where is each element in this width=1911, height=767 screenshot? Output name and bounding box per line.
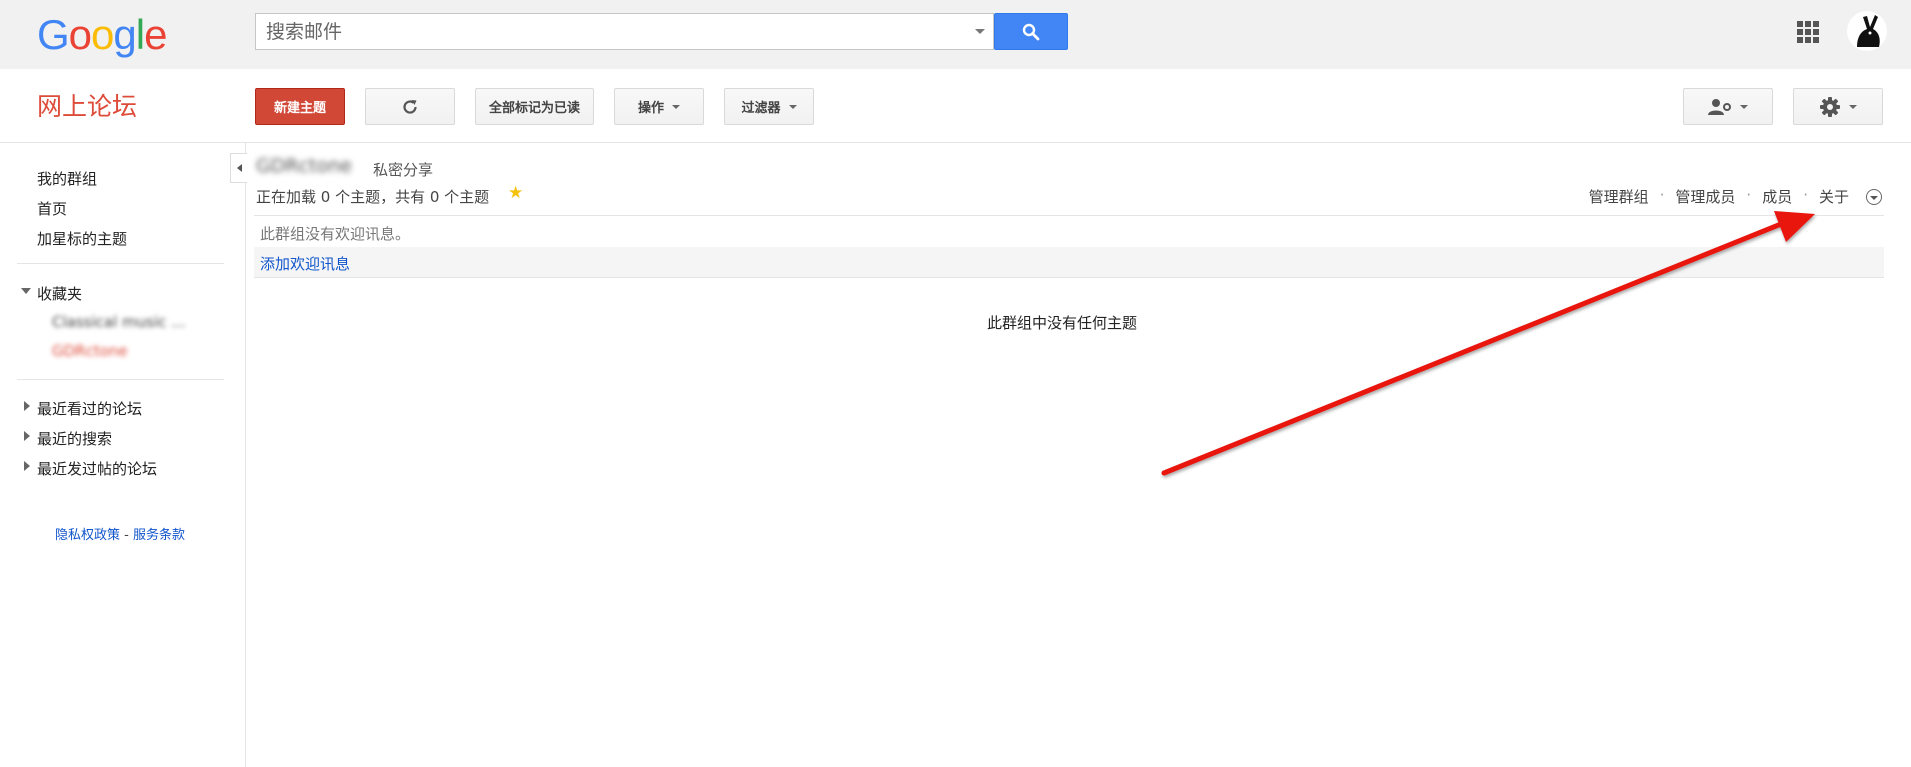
new-topic-label: 新建主题 [273,101,326,116]
gear-icon [1820,96,1840,117]
favorite-item[interactable]: Classical music ... [52,313,185,331]
sidebar-item-recent-viewed[interactable]: 最近看过的论坛 [37,398,142,419]
logo-letter: e [144,11,167,58]
collapsed-triangle-icon[interactable] [24,431,30,441]
search-options-caret-icon[interactable] [975,29,985,34]
no-topics-message: 此群组中没有任何主题 [987,314,1138,332]
favorite-item-active[interactable]: GDRctone [52,342,128,360]
topic-status: 正在加载 0 个主题，共有 0 个主题 [256,188,490,206]
sidebar-item-favorites[interactable]: 收藏夹 [37,283,82,304]
chevron-down-icon [672,104,680,109]
logo-letter: l [135,11,145,58]
more-options-icon[interactable] [1866,189,1882,205]
refresh-button[interactable] [365,88,455,125]
privacy-link[interactable]: 隐私权政策 [55,528,120,543]
members-link[interactable]: 成员 [1762,186,1792,207]
app-title[interactable]: 网上论坛 [37,87,137,123]
sidebar-item-home[interactable]: 首页 [37,198,67,219]
search-button[interactable] [994,13,1068,50]
mark-all-read-button[interactable]: 全部标记为已读 [475,88,594,125]
share-status: 私密分享 [373,161,434,179]
search-icon [1022,23,1040,40]
welcome-bar [254,247,1884,278]
sidebar-item-recent-searches[interactable]: 最近的搜索 [37,428,112,449]
about-link[interactable]: 关于 [1819,186,1849,207]
member-settings-dropdown[interactable] [1683,88,1773,125]
chevron-down-icon [1740,104,1748,109]
group-links: 管理群组 · 管理成员 · 成员 · 关于 [1588,186,1849,207]
manage-group-link[interactable]: 管理群组 [1589,186,1649,207]
sidebar-divider [17,263,224,264]
sidebar: 我的群组 首页 加星标的主题 收藏夹 Classical music ... G… [0,143,246,767]
header-divider [254,215,1884,216]
avatar[interactable] [1847,11,1887,51]
search-input[interactable] [256,14,976,49]
group-name[interactable]: GDRctone [256,155,352,177]
collapsed-triangle-icon[interactable] [24,461,30,471]
logo-letter: o [91,11,114,58]
top-bar: Google [0,0,1911,69]
google-logo[interactable]: Google [37,10,167,60]
actions-dropdown[interactable]: 操作 [614,88,704,125]
sidebar-item-starred[interactable]: 加星标的主题 [37,228,127,249]
terms-link[interactable]: 服务条款 [133,528,185,543]
no-welcome-message: 此群组没有欢迎讯息。 [260,225,411,243]
settings-dropdown[interactable] [1793,88,1883,125]
manage-people-icon [1708,98,1731,115]
search-box[interactable] [255,13,994,50]
chevron-left-icon [236,164,242,172]
action-bar: 网上论坛 新建主题 全部标记为已读 操作 过滤器 [0,69,1911,143]
add-welcome-link[interactable]: 添加欢迎讯息 [260,253,350,274]
sidebar-item-my-groups[interactable]: 我的群组 [37,168,97,189]
logo-letter: G [37,11,70,58]
actions-label: 操作 [637,101,664,116]
chevron-down-icon [1849,104,1857,109]
chevron-down-icon [788,104,797,109]
refresh-icon [403,99,417,114]
apps-grid-icon[interactable] [1797,21,1819,43]
logo-letter: g [113,11,136,58]
manage-members-link[interactable]: 管理成员 [1675,186,1735,207]
logo-letter: o [68,11,92,58]
collapse-sidebar-button[interactable] [230,153,247,183]
footer-links: 隐私权政策 - 服务条款 [55,524,185,543]
new-topic-button[interactable]: 新建主题 [255,88,345,125]
footer-separator: - [124,528,129,543]
sidebar-divider [17,379,224,380]
star-icon[interactable]: ★ [508,183,523,203]
mark-all-read-label: 全部标记为已读 [488,101,580,116]
filters-dropdown[interactable]: 过滤器 [724,88,814,125]
filters-label: 过滤器 [741,101,781,116]
sidebar-item-recent-posted[interactable]: 最近发过帖的论坛 [37,458,157,479]
collapsed-triangle-icon[interactable] [24,401,30,411]
expanded-triangle-icon[interactable] [21,288,31,294]
